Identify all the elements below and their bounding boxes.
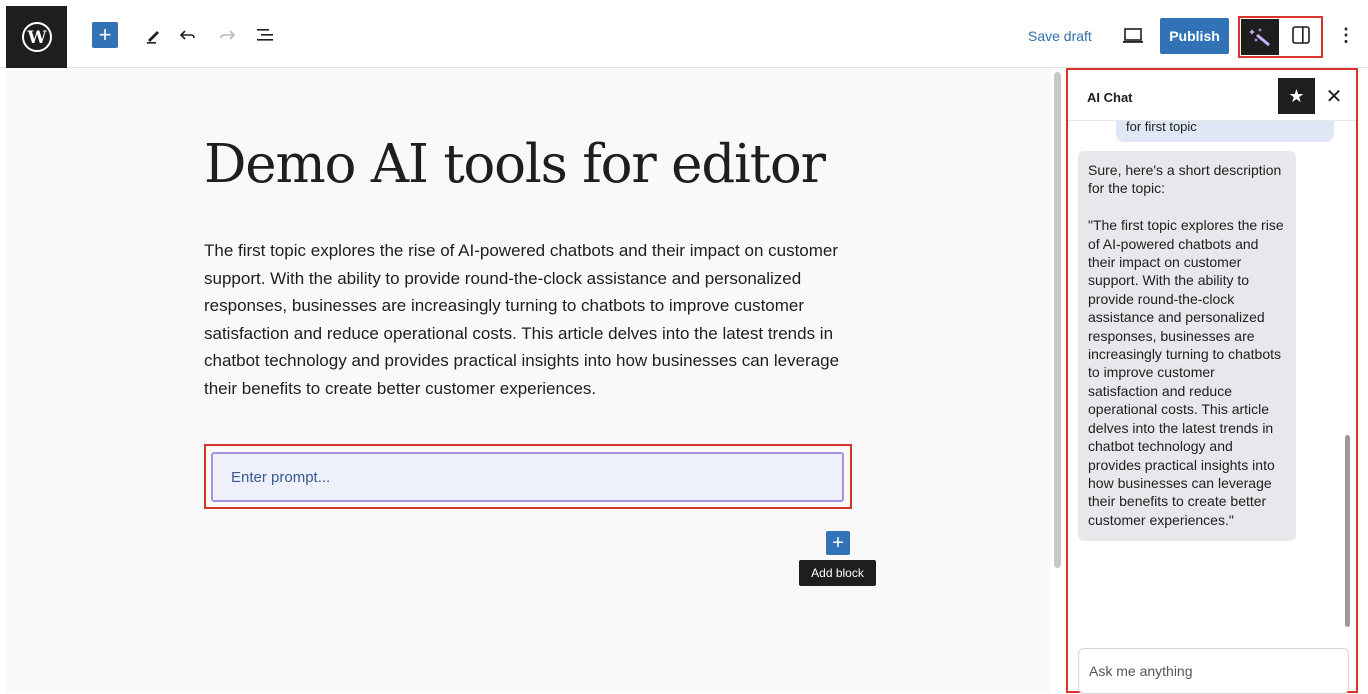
laptop-icon[interactable] (1122, 24, 1144, 46)
more-options-button[interactable]: ⋮ (1337, 24, 1355, 46)
post-paragraph[interactable]: The first topic explores the rise of AI-… (204, 237, 852, 402)
svg-text:W: W (26, 28, 47, 48)
add-block-tooltip: Add block (799, 560, 876, 586)
add-block-toolbar-button[interactable]: + (92, 22, 118, 48)
ai-message: Sure, here's a short description for the… (1078, 151, 1296, 542)
wordpress-logo-icon[interactable]: W (6, 6, 67, 68)
chat-scrollbar[interactable] (1345, 435, 1350, 627)
chat-input[interactable] (1078, 648, 1349, 694)
magic-wand-icon[interactable] (1241, 19, 1279, 55)
pencil-icon[interactable] (140, 22, 166, 48)
redo-icon[interactable] (214, 22, 240, 48)
post-title[interactable]: Demo AI tools for editor (204, 134, 826, 195)
sidebar-toggle-icon[interactable] (1290, 24, 1312, 46)
sidebar-header: AI Chat ★ ✕ (1068, 70, 1356, 121)
user-message: for first topic (1116, 121, 1334, 142)
editor-scrollbar[interactable] (1054, 72, 1061, 568)
undo-icon[interactable] (175, 22, 201, 48)
add-block-button[interactable]: + (826, 531, 850, 555)
sidebar-title: AI Chat (1087, 90, 1133, 105)
publish-button[interactable]: Publish (1160, 18, 1229, 54)
list-view-icon[interactable] (252, 22, 278, 48)
ai-chat-sidebar: AI Chat ★ ✕ for first topic Sure, here's… (1066, 68, 1358, 694)
close-icon[interactable]: ✕ (1322, 84, 1346, 108)
prompt-input[interactable] (211, 452, 844, 502)
save-draft-button[interactable]: Save draft (1028, 28, 1092, 44)
star-icon[interactable]: ★ (1278, 78, 1315, 114)
editor-toolbar: W + Save draft Publish ⋮ (0, 0, 1368, 68)
chat-messages[interactable]: for first topic Sure, here's a short des… (1068, 121, 1356, 631)
